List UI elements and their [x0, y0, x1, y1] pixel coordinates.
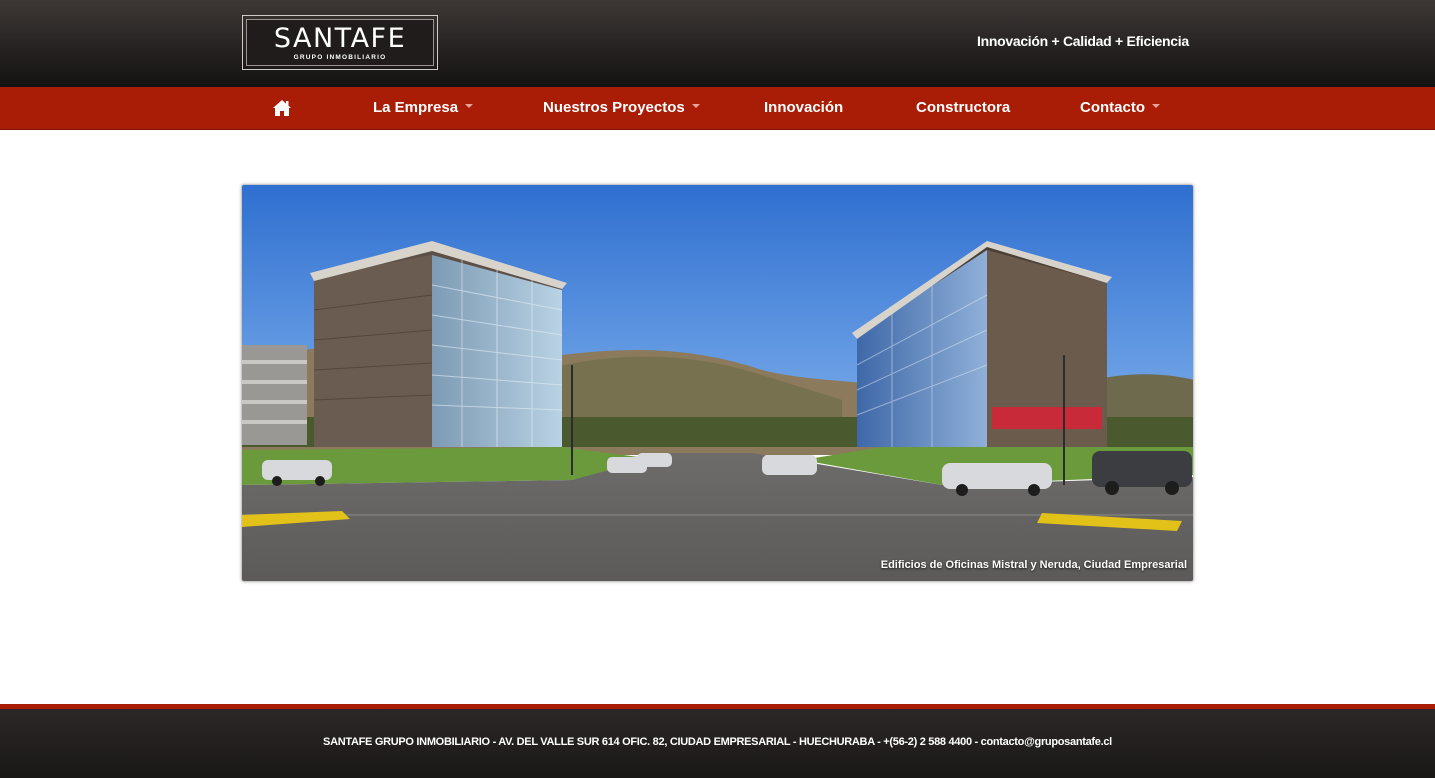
hero-photo: [242, 185, 1193, 581]
logo-wordmark: SANTAFE: [273, 23, 407, 54]
site-header: SANTAFE GRUPO INMOBILIARIO Innovación + …: [0, 0, 1435, 87]
nav-label: Nuestros Proyectos: [543, 99, 685, 116]
header-tagline: Innovación + Calidad + Eficiencia: [977, 33, 1189, 49]
main-nav: La Empresa Nuestros Proyectos Innovación…: [0, 87, 1435, 130]
nav-item-innovacion[interactable]: Innovación: [764, 87, 843, 130]
nav-label: Constructora: [916, 99, 1011, 116]
hero-caption: Edificios de Oficinas Mistral y Neruda, …: [880, 559, 1187, 571]
nav-label: Contacto: [1080, 99, 1145, 116]
hero-banner[interactable]: Edificios de Oficinas Mistral y Neruda, …: [241, 184, 1194, 582]
logo-subtitle: GRUPO INMOBILIARIO: [293, 54, 387, 61]
chevron-down-icon: [691, 104, 700, 109]
nav-item-contacto[interactable]: Contacto: [1080, 87, 1160, 130]
santafe-logo[interactable]: SANTAFE GRUPO INMOBILIARIO: [242, 15, 438, 70]
nav-item-la-empresa[interactable]: La Empresa: [373, 87, 474, 130]
chevron-down-icon: [465, 104, 474, 109]
logo-box: SANTAFE GRUPO INMOBILIARIO: [246, 19, 434, 66]
footer-address: SANTAFE GRUPO INMOBILIARIO - AV. DEL VAL…: [323, 736, 981, 748]
nav-item-constructora[interactable]: Constructora: [916, 87, 1010, 130]
nav-item-nuestros-proyectos[interactable]: Nuestros Proyectos: [543, 87, 700, 130]
footer-email-link[interactable]: contacto@gruposantafe.cl: [981, 736, 1113, 748]
nav-label: Innovación: [764, 99, 844, 116]
footer-contact-line: SANTAFE GRUPO INMOBILIARIO - AV. DEL VAL…: [0, 736, 1435, 748]
site-footer: SANTAFE GRUPO INMOBILIARIO - AV. DEL VAL…: [0, 704, 1435, 778]
home-icon[interactable]: [272, 99, 292, 117]
nav-label: La Empresa: [373, 99, 459, 116]
chevron-down-icon: [1152, 104, 1160, 109]
